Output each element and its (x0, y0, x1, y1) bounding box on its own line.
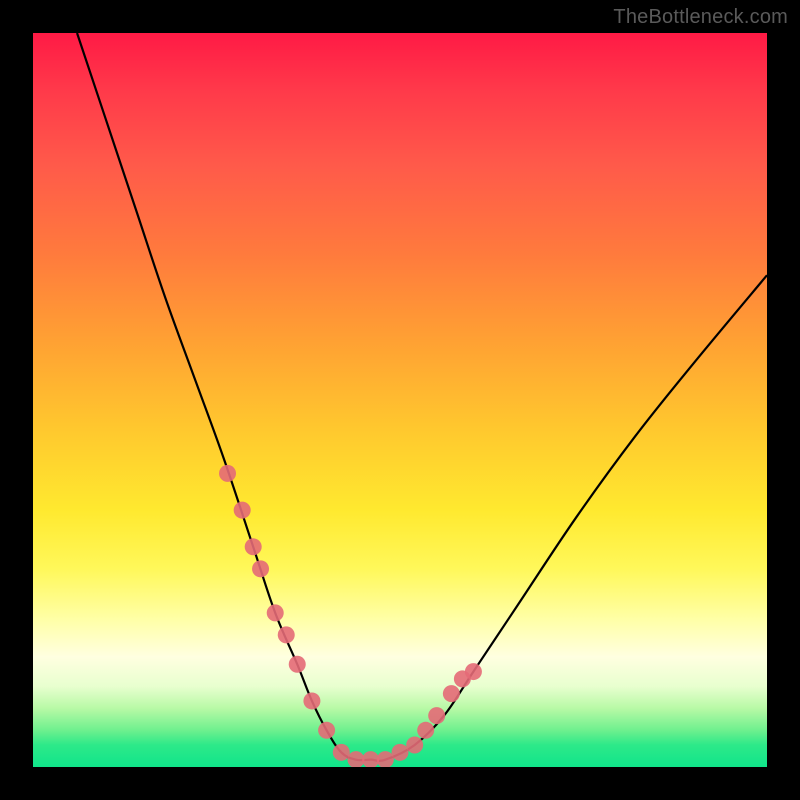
chart-frame: TheBottleneck.com (0, 0, 800, 800)
bottleneck-curve (77, 33, 767, 761)
plot-area (33, 33, 767, 767)
highlight-points (219, 465, 482, 767)
attribution-text: TheBottleneck.com (613, 6, 788, 29)
curve-layer (33, 33, 767, 767)
